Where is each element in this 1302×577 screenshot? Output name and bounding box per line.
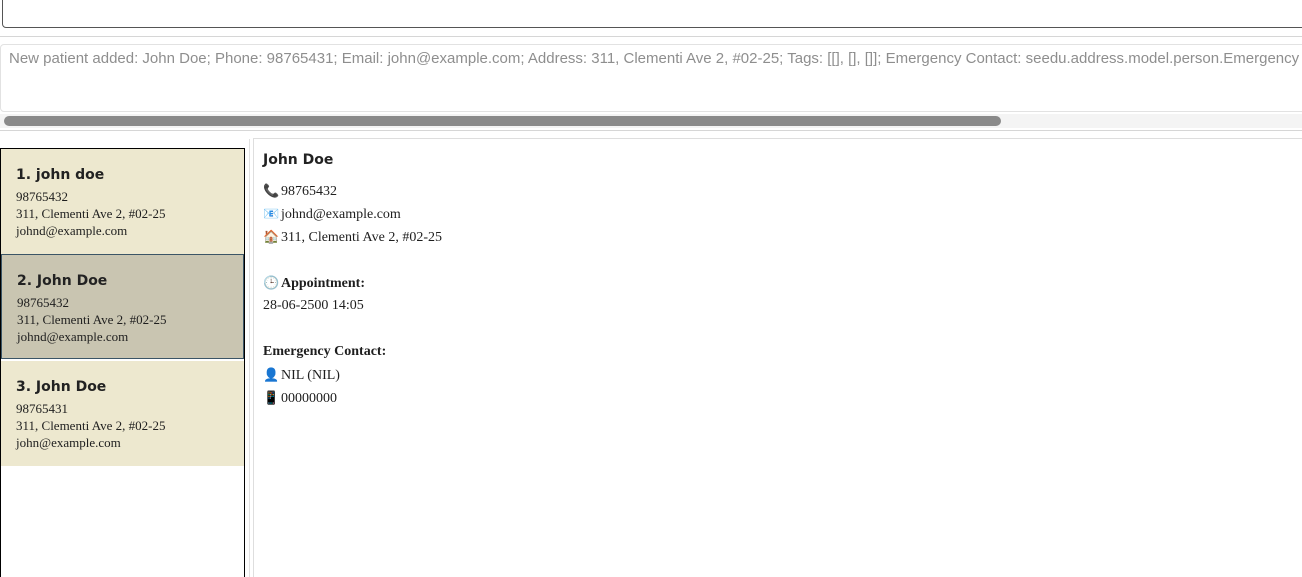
detail-address-row: 🏠 311, Clementi Ave 2, #02-25 [263, 229, 442, 246]
patient-email: johnd@example.com [17, 329, 129, 344]
patient-email: john@example.com [16, 435, 121, 450]
detail-phone: 98765432 [281, 184, 337, 199]
clock-icon: 🕒 [263, 275, 280, 290]
emergency-contact-row: 👤 NIL (NIL) [263, 367, 340, 384]
detail-email-row: 📧 johnd@example.com [263, 206, 401, 223]
patient-address: 311, Clementi Ave 2, #02-25 [16, 418, 166, 433]
patient-card-selected[interactable]: 2. John Doe 98765432 311, Clementi Ave 2… [1, 254, 244, 359]
patient-name: 1. john doe [16, 167, 105, 183]
person-icon: 👤 [263, 367, 280, 382]
emergency-contact-label: Emergency Contact: [263, 344, 387, 359]
patient-address: 311, Clementi Ave 2, #02-25 [17, 312, 167, 327]
patient-email: johnd@example.com [16, 223, 128, 238]
emergency-contact-phone: 00000000 [281, 391, 337, 406]
appointment-heading: 🕒 Appointment: [263, 275, 365, 292]
detail-address: 311, Clementi Ave 2, #02-25 [281, 230, 442, 245]
patient-name: 3. John Doe [16, 379, 107, 395]
divider [0, 130, 1302, 131]
result-message: New patient added: John Doe; Phone: 9876… [9, 50, 1300, 67]
phone-icon: 📞 [263, 183, 280, 198]
patient-phone: 98765432 [17, 295, 69, 310]
appointment-label: Appointment: [281, 276, 366, 291]
emergency-phone-row: 📱 00000000 [263, 390, 337, 407]
command-input[interactable] [2, 0, 1302, 28]
detail-email: johnd@example.com [281, 207, 401, 222]
result-display: New patient added: John Doe; Phone: 9876… [0, 44, 1302, 112]
app-window: New patient added: John Doe; Phone: 9876… [0, 0, 1302, 577]
patient-details-panel: John Doe 📞 98765432 📧 johnd@example.com 🏠 3… [253, 138, 1302, 577]
patient-phone: 98765432 [16, 189, 68, 204]
detail-patient-name: John Doe [263, 152, 334, 168]
email-icon: 📧 [263, 206, 280, 221]
patient-card[interactable]: 3. John Doe 98765431 311, Clementi Ave 2… [1, 361, 244, 466]
divider [0, 36, 1302, 37]
mobile-phone-icon: 📱 [263, 390, 280, 405]
detail-phone-row: 📞 98765432 [263, 183, 337, 200]
patient-list: 1. john doe 98765432 311, Clementi Ave 2… [0, 148, 245, 577]
patient-address: 311, Clementi Ave 2, #02-25 [16, 206, 166, 221]
split-pane-divider[interactable] [249, 139, 250, 577]
patient-phone: 98765431 [16, 401, 68, 416]
horizontal-scrollbar-thumb[interactable] [4, 116, 1001, 126]
appointment-datetime: 28-06-2500 14:05 [263, 298, 364, 313]
house-icon: 🏠 [263, 229, 280, 244]
patient-name: 2. John Doe [17, 273, 108, 289]
patient-card[interactable]: 1. john doe 98765432 311, Clementi Ave 2… [1, 149, 244, 254]
emergency-contact-name: NIL (NIL) [281, 368, 340, 383]
